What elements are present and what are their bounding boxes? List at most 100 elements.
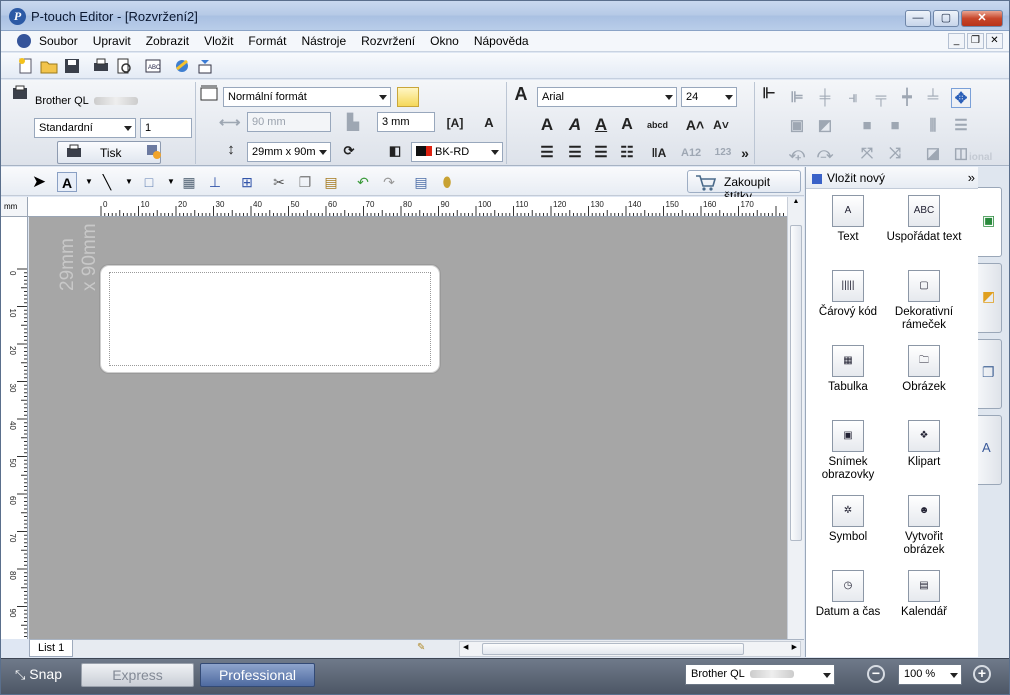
line-tool-icon[interactable]: ╲ [97,172,117,192]
doc-minimize-button[interactable]: _ [948,33,965,49]
spell-check-icon[interactable]: ABC [144,57,162,75]
letter-spacing-icon[interactable]: abcd [647,115,668,135]
font-select[interactable]: Arial [537,87,677,107]
insert-item-clipart[interactable]: ❖ Klipart [884,420,964,469]
properties-icon[interactable]: ▤ [411,172,431,192]
format-style-select[interactable]: Normální formát [223,87,391,107]
tree-tool-icon[interactable]: ⊥ [205,172,225,192]
undo-icon[interactable]: ↶ [353,172,373,192]
open-icon[interactable] [40,57,58,75]
underline-icon[interactable]: A [591,115,611,135]
insert-item-text[interactable]: A Text [808,195,888,244]
outline-icon[interactable]: A [617,115,637,135]
snap-button[interactable]: ⤡ Snap [15,666,62,683]
text-tool-icon[interactable]: A [57,172,77,192]
side-tab-text[interactable]: A [978,415,1002,485]
save-icon[interactable] [63,57,81,75]
menu-napoveda[interactable]: Nápověda [474,34,529,48]
layout-canvas[interactable]: 29mm x 90mm [29,217,787,639]
line-tool-dropdown-icon[interactable]: ▼ [119,172,139,192]
label-area[interactable] [100,265,440,373]
layout-tool-icon[interactable]: ⊞ [237,172,257,192]
menu-zobrazit[interactable]: Zobrazit [146,34,189,48]
insert-item-frame[interactable]: ▢ Dekorativní rámeček [884,270,964,332]
insert-item-barcode[interactable]: ||||| Čárový kód [808,270,888,319]
rectangle-tool-icon[interactable]: □ [139,172,159,192]
menu-vlozit[interactable]: Vložit [204,34,233,48]
status-printer-select[interactable]: Brother QL [685,664,835,685]
horizontal-scrollbar[interactable]: ◀ ▶ [459,641,801,657]
align-center-page-icon[interactable]: ✥ [951,88,971,108]
zoom-select[interactable]: 100 % [898,664,962,685]
doc-close-button[interactable]: ✕ [986,33,1003,49]
scroll-right-icon[interactable]: ▶ [792,643,797,651]
doc-restore-button[interactable]: ❐ [967,33,984,49]
margin-field[interactable]: 3 mm [377,112,435,132]
professional-mode-button[interactable]: Professional [200,663,315,687]
zoom-out-icon[interactable]: − [867,665,885,683]
insert-item-clock[interactable]: ◷ Datum a čas [808,570,888,619]
minimize-button[interactable]: — [905,10,931,27]
horizontal-scroll-thumb[interactable] [482,643,744,655]
orientation-icon[interactable]: ⟳ [339,141,359,161]
align-left-icon[interactable]: ☰ [537,143,557,163]
bold-icon[interactable]: A [537,115,557,135]
text-tool-dropdown-icon[interactable]: ▼ [79,172,99,192]
print-icon[interactable] [92,57,110,75]
arrange-icon[interactable]: ⊩ [759,84,779,104]
side-tab-insert[interactable]: ▣ [978,187,1002,257]
length-field[interactable]: 90 mm [247,112,331,132]
media-size-select[interactable]: 29mm x 90m [247,142,331,162]
shrink-font-icon[interactable]: A˅ [711,115,731,135]
transfer-icon[interactable] [196,57,214,75]
background-icon[interactable]: ◧ [385,141,405,161]
express-mode-button[interactable]: Express [81,663,194,687]
database-tool-icon[interactable]: ⬮ [437,172,457,192]
vertical-align-icon[interactable]: ‖A [649,143,669,163]
vertical-scrollbar[interactable]: ▲ [787,197,804,639]
tape-color-select[interactable]: BK-RD [411,142,503,162]
copies-stepper[interactable]: 1 [140,118,192,138]
align-right-icon[interactable]: ☰ [591,143,611,163]
print-preview-icon[interactable] [115,57,133,75]
italic-icon[interactable]: A [565,115,585,135]
vertical-scroll-thumb[interactable] [790,225,802,541]
justify-icon[interactable]: ☷ [617,143,637,163]
sheet-tab[interactable]: List 1 [29,640,73,657]
redo-icon[interactable]: ↷ [379,172,399,192]
insert-item-calendar[interactable]: ▤ Kalendář [884,570,964,619]
menu-rozvrzeni[interactable]: Rozvržení [361,34,415,48]
vertical-text-icon[interactable]: A [479,113,499,133]
side-tab-templates[interactable]: ◩ [978,263,1002,333]
panel-expand-button[interactable]: » [968,170,975,185]
insert-item-screenshot[interactable]: ▣ Snímek obrazovky [808,420,888,482]
page-setup-icon[interactable] [199,84,219,102]
paste-icon[interactable]: ▤ [321,172,341,192]
print-options-icon[interactable] [146,144,162,160]
align-center-icon[interactable]: ☰ [565,143,585,163]
zoom-in-icon[interactable]: + [973,665,991,683]
side-tab-objects[interactable]: ❐ [978,339,1002,409]
menu-upravit[interactable]: Upravit [93,34,131,48]
label-style-icon[interactable] [397,87,419,107]
text-frame-icon[interactable]: [A] [445,113,465,133]
insert-item-arrange-text[interactable]: ABC Uspořádat text [884,195,964,244]
maximize-button[interactable]: ▢ [933,10,959,27]
cut-icon[interactable]: ✂ [269,172,289,192]
table-tool-icon[interactable]: ▦ [179,172,199,192]
insert-item-table[interactable]: ▦ Tabulka [808,345,888,394]
printer-properties-icon[interactable] [11,84,29,102]
font-icon[interactable]: A [511,84,531,104]
menu-nastroje[interactable]: Nástroje [301,34,346,48]
insert-item-image[interactable]: 🗀 Obrázek [884,345,964,394]
scroll-left-icon[interactable]: ◀ [463,643,468,651]
print-quality-select[interactable]: Standardní [34,118,136,138]
insert-item-make-image[interactable]: ☻ Vytvořit obrázek [884,495,964,557]
menu-soubor[interactable]: Soubor [39,34,78,48]
insert-item-symbol[interactable]: ✲ Symbol [808,495,888,544]
menu-okno[interactable]: Okno [430,34,459,48]
menu-format[interactable]: Formát [248,34,286,48]
select-arrow-icon[interactable]: ➤ [29,172,49,192]
grow-font-icon[interactable]: A˄ [685,115,705,135]
scroll-up-icon[interactable]: ▲ [789,198,803,208]
